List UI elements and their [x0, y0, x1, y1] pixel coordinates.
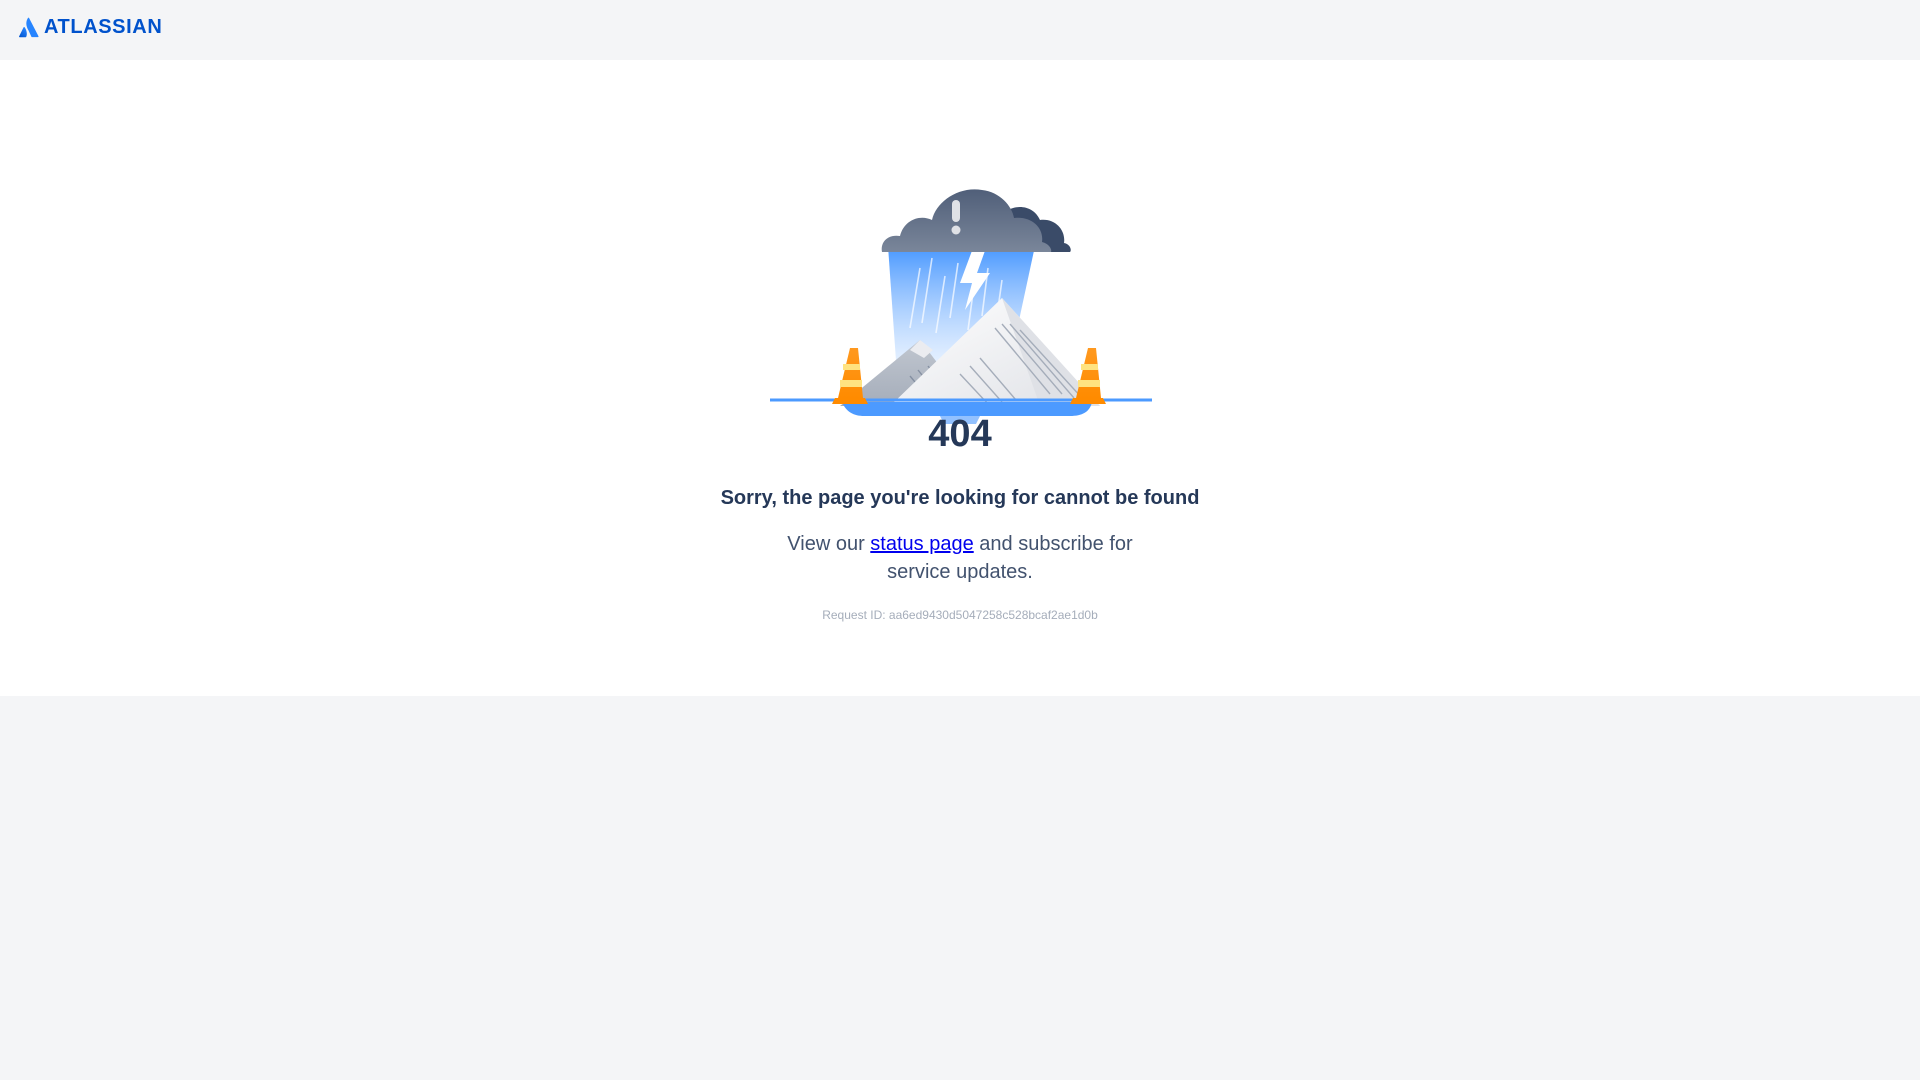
atlassian-logo-icon	[19, 17, 39, 38]
error-message: Sorry, the page you're looking for canno…	[720, 487, 1200, 509]
storm-cloud-mountains-traffic-cones-icon	[770, 189, 1152, 424]
status-prefix: View our	[787, 533, 871, 555]
error-panel: 404 Sorry, the page you're looking for c…	[0, 60, 1920, 696]
brand-name: ATLASSIAN	[44, 16, 163, 38]
top-bar: ATLASSIAN	[0, 0, 1920, 60]
error-code: 404	[928, 413, 992, 455]
request-id: Request ID: aa6ed9430d5047258c528bcaf2ae…	[822, 608, 1098, 622]
status-page-link[interactable]: status page	[870, 533, 973, 555]
atlassian-logo[interactable]: ATLASSIAN	[19, 17, 162, 38]
status-text: View our status page and subscribe for s…	[780, 530, 1140, 586]
